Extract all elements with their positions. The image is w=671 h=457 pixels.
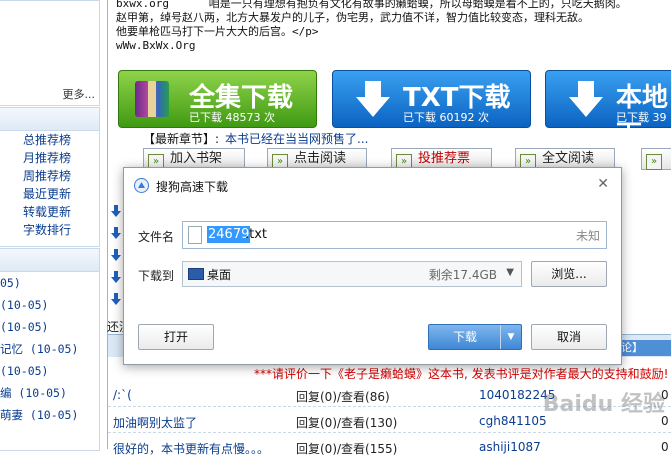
list-item[interactable]: (10-05): [0, 360, 99, 382]
book-description: bxwx.org 咱是一只有理想有抱负有文化有故事的癞蛤蟆，所以母蛤蟆是看不上的…: [116, 0, 627, 53]
filename-label: 文件名: [138, 230, 175, 244]
sogou-logo-icon: [134, 178, 149, 193]
filename-extension: .txt: [245, 227, 268, 242]
destination-label: 下载到: [138, 269, 175, 283]
blue-arrow-icon: [111, 227, 121, 239]
desc-line: 赵甲第，绰号赵八两，北方大暴发户的儿子，伪宅男，武力值不详，智力值比较变态，理科…: [116, 11, 589, 24]
click-read-label: 点击阅读: [294, 151, 347, 166]
full-read-label: 全文阅读: [542, 151, 595, 166]
link-month-rank[interactable]: 月推荐榜: [0, 149, 99, 167]
list-item[interactable]: 05): [0, 272, 99, 294]
more-link[interactable]: 更多...: [63, 86, 96, 102]
document-icon: [188, 226, 202, 244]
blue-arrow-icon: [111, 271, 121, 283]
cancel-button[interactable]: 取消: [531, 324, 607, 350]
comment-title[interactable]: 加油啊别太监了: [113, 414, 197, 431]
destination-select[interactable]: 桌面 剩余17.4GB ▼: [182, 261, 522, 287]
vote-label: 投推荐票: [418, 151, 471, 166]
destination-name: 桌面: [207, 268, 232, 282]
double-arrow-icon: »: [646, 154, 662, 170]
latest-chapter-link[interactable]: 本书已经在当当网预售了...: [225, 132, 368, 146]
desc-line: bxwx.org 咱是一只有理想有抱负有文化有故事的癞蛤蟆，所以母蛤蟆是看不上的…: [116, 0, 627, 10]
comment-user[interactable]: cgh841105: [479, 414, 547, 428]
left-sidebar: 更多... 总推荐榜 月推荐榜 周推荐榜 最近更新 转载更新 字数排行 05) …: [0, 0, 100, 451]
chevron-down-icon: ▼: [506, 267, 514, 278]
download-arrow-icon: [569, 81, 603, 117]
link-week-rank[interactable]: 周推荐榜: [0, 167, 99, 185]
comment-reply-count: 回复(0)/查看(86): [296, 390, 390, 404]
comments-note: ***请评价一下《老子是癞蛤蟆》这本书, 发表书评是对作者最大的支持和鼓励!: [254, 367, 669, 381]
link-recent-update[interactable]: 最近更新: [0, 185, 99, 203]
browse-button[interactable]: 浏览...: [531, 261, 607, 287]
txt-download-button[interactable]: TXT下载 已下载 60192 次: [332, 70, 531, 128]
file-size: 未知: [575, 229, 600, 243]
row-divider: [108, 432, 671, 434]
ranking-box: 总推荐榜 月推荐榜 周推荐榜 最近更新 转载更新 字数排行: [0, 107, 100, 247]
txt-download-count: 已下载 60192 次: [403, 111, 489, 124]
download-arrow-icon: [356, 81, 390, 117]
more-action-button[interactable]: »: [641, 148, 671, 170]
free-space: 剩余17.4GB: [428, 268, 497, 282]
dialog-title: 搜狗高速下载: [156, 180, 229, 194]
full-download-count: 已下载 48573 次: [189, 111, 275, 124]
link-total-rank[interactable]: 总推荐榜: [0, 131, 99, 149]
desc-line: 他要单枪匹马打下一片大大的后宫。</p>: [116, 25, 319, 38]
local-download-count: 已下载 39: [616, 111, 667, 124]
comment-title[interactable]: /:`(: [113, 388, 132, 402]
filename-field[interactable]: 24679 .txt 未知: [182, 221, 607, 249]
list-item[interactable]: 编 (10-05): [0, 382, 99, 404]
blue-arrow-icon: [111, 249, 121, 261]
desktop-icon: [188, 268, 204, 280]
ranking-header: [0, 108, 99, 131]
list-item[interactable]: 记忆 (10-05): [0, 338, 99, 360]
baidu-watermark: Baidu 经验: [542, 392, 665, 417]
blue-arrow-icon: [111, 293, 121, 305]
latest-chapter: 【最新章节】: 本书已经在当当网预售了...: [143, 130, 369, 147]
close-icon[interactable]: ✕: [597, 176, 609, 192]
link-repost-update[interactable]: 转载更新: [0, 203, 99, 221]
link-word-rank[interactable]: 字数排行: [0, 221, 99, 239]
latest-chapter-label: 【最新章节】:: [143, 132, 220, 146]
comment-user[interactable]: ashiji1087: [479, 440, 541, 454]
recent-list-box: 05) (10-05) (10-05) 记忆 (10-05) (10-05) 编…: [0, 248, 100, 451]
download-button-label: 下载: [452, 330, 477, 344]
full-download-button[interactable]: 全集下载 已下载 48573 次: [118, 70, 317, 128]
column-divider: [107, 0, 108, 449]
winrar-icon: [135, 81, 169, 117]
list-item[interactable]: (10-05): [0, 316, 99, 338]
list-item[interactable]: 萌妻 (10-05): [0, 404, 99, 426]
comment-extra: 0: [661, 440, 669, 454]
add-bookshelf-label: 加入书架: [170, 151, 223, 166]
list-item[interactable]: (10-05): [0, 294, 99, 316]
download-button[interactable]: 下载 ▼: [428, 324, 522, 350]
chevron-down-icon[interactable]: ▼: [500, 325, 521, 349]
sidebar-top-box: 更多...: [0, 0, 100, 106]
open-button[interactable]: 打开: [138, 324, 214, 350]
recent-list-header: [0, 249, 99, 272]
local-download-button[interactable]: 本地下 已下载 39: [545, 70, 671, 150]
comment-reply-count: 回复(0)/查看(130): [296, 416, 398, 430]
site-url: wWw.BxWx.Org: [116, 39, 196, 52]
sogou-download-dialog: 搜狗高速下载 ✕ 文件名 24679 .txt 未知 下载到 桌面 剩余17.4…: [123, 167, 622, 365]
filename-selected-text: 24679: [207, 226, 251, 243]
blue-arrow-icon: [111, 205, 121, 217]
